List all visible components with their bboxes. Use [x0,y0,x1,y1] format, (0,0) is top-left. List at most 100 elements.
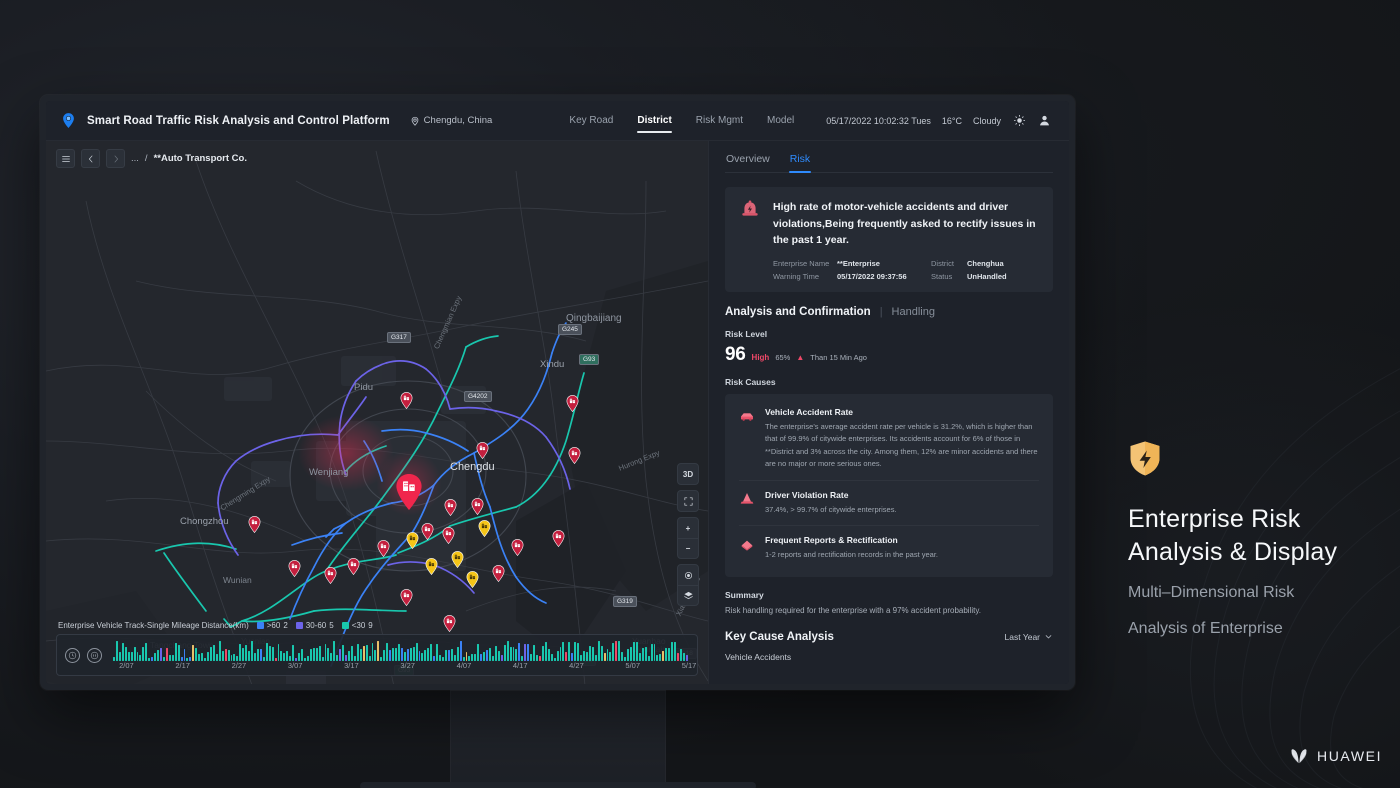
map-fullscreen-group [677,490,699,512]
zoom-in-button[interactable]: + [678,518,698,538]
risk-marker[interactable] [442,527,455,544]
nav-item-key-road[interactable]: Key Road [569,107,613,135]
timeline-bar [360,649,362,661]
timeline-panel[interactable]: 2/072/172/273/073/173/274/074/174/275/07… [56,634,698,676]
cause-item[interactable]: Vehicle Accident Rate The enterprise's a… [739,398,1039,480]
risk-marker[interactable] [471,498,484,515]
timeline-bar [615,641,617,661]
brand-sub-line1: Multi–Dimensional Risk [1128,581,1388,605]
warning-marker[interactable] [466,571,479,588]
weather-label: Cloudy [973,116,1001,126]
pause-icon[interactable] [87,648,102,663]
map-pane[interactable]: QingbaijiangPiduXinduChengduWenjiangChon… [46,141,708,684]
timeline-bar [513,647,515,661]
field-key-district: District [931,259,961,268]
timeline-bar [577,643,579,661]
menu-hamburger-icon[interactable] [56,149,75,168]
risk-marker[interactable] [421,523,434,540]
map-3d-button[interactable]: 3D [678,464,698,484]
timeline-bar [330,653,332,661]
timeline-axis: 2/072/172/273/073/173/274/074/174/275/07… [109,661,689,671]
risk-marker[interactable] [511,539,524,556]
locate-icon[interactable] [678,565,698,585]
timeline-bar [642,648,644,661]
cause-item[interactable]: Frequent Reports & Rectification 1-2 rep… [739,525,1039,571]
timeline-chart[interactable]: 2/072/172/273/073/173/274/074/174/275/07… [109,635,689,675]
timeline-bar [495,646,497,661]
timeline-bar [222,651,224,661]
breadcrumb-ellipsis[interactable]: ... [131,153,139,164]
key-cause-header: Key Cause Analysis Last Year [725,631,1053,643]
risk-marker[interactable] [288,560,301,577]
warning-marker[interactable] [406,532,419,549]
map-canvas[interactable] [46,141,708,684]
brand-block: Enterprise Risk Analysis & Display Multi… [1128,440,1388,641]
timeline-bar [184,649,186,661]
trend-up-icon: ▲ [796,353,804,362]
forward-chevron-icon[interactable] [106,149,125,168]
warning-marker[interactable] [425,558,438,575]
brand-headline-line1: Enterprise Risk [1128,503,1388,536]
app-screen: Smart Road Traffic Risk Analysis and Con… [46,101,1069,684]
timeline-bar [298,653,300,661]
risk-marker[interactable] [377,540,390,557]
nav-item-risk-mgmt[interactable]: Risk Mgmt [696,107,743,135]
timeline-bar [383,650,385,661]
timeline-bar [630,647,632,662]
tab-overview[interactable]: Overview [725,151,771,172]
risk-marker[interactable] [492,565,505,582]
cause-item[interactable]: Driver Violation Rate 37.4%, > 99.7% of … [739,480,1039,526]
timeline-bar [424,650,426,661]
timeline-bar [507,641,509,661]
risk-marker[interactable] [324,567,337,584]
timeline-bar [245,645,247,661]
primary-risk-marker[interactable] [394,473,424,511]
timeline-bar [639,653,641,661]
map-route-shield: G245 [558,324,582,335]
timeline-bars[interactable] [113,641,689,661]
sun-icon[interactable] [1012,114,1026,128]
map-route-shield: G4202 [464,391,492,402]
timeline-bar [665,648,667,661]
handling-tab[interactable]: Handling [892,306,935,318]
history-clock-icon[interactable] [65,648,80,663]
timeline-bar [372,643,374,661]
tab-risk[interactable]: Risk [789,151,811,172]
timeline-bar [483,652,485,661]
timeline-bar [633,642,635,661]
risk-marker[interactable] [347,558,360,575]
nav-item-model[interactable]: Model [767,107,794,135]
warning-marker[interactable] [478,520,491,537]
risk-marker[interactable] [248,516,261,533]
timeline-section: Enterprise Vehicle Track-Single Mileage … [46,621,708,684]
traffic-cone-icon [739,491,755,507]
risk-marker[interactable] [568,447,581,464]
zoom-out-button[interactable]: − [678,538,698,558]
timeline-bar [198,654,200,661]
warning-marker[interactable] [451,551,464,568]
risk-marker[interactable] [566,395,579,412]
risk-marker[interactable] [444,499,457,516]
timeline-bar [142,647,144,661]
analysis-title: Analysis and Confirmation [725,306,871,318]
risk-marker[interactable] [400,589,413,606]
fullscreen-icon[interactable] [678,491,698,511]
timeline-bar [395,648,397,661]
timeline-bar [339,649,341,661]
risk-marker[interactable] [400,392,413,409]
layers-icon[interactable] [678,585,698,605]
period-selector[interactable]: Last Year [1005,632,1053,642]
timeline-bar [530,654,532,662]
timeline-bar [489,648,491,661]
timeline-bar [398,644,400,661]
back-chevron-icon[interactable] [81,149,100,168]
nav-item-district[interactable]: District [637,107,671,135]
timeline-bar [325,644,327,661]
user-avatar-icon[interactable] [1037,114,1051,128]
risk-marker[interactable] [552,530,565,547]
timeline-bar [645,647,647,661]
timeline-bar [609,652,611,661]
timeline-tick: 3/17 [344,661,359,670]
timeline-bar [392,648,394,661]
risk-marker[interactable] [476,442,489,459]
